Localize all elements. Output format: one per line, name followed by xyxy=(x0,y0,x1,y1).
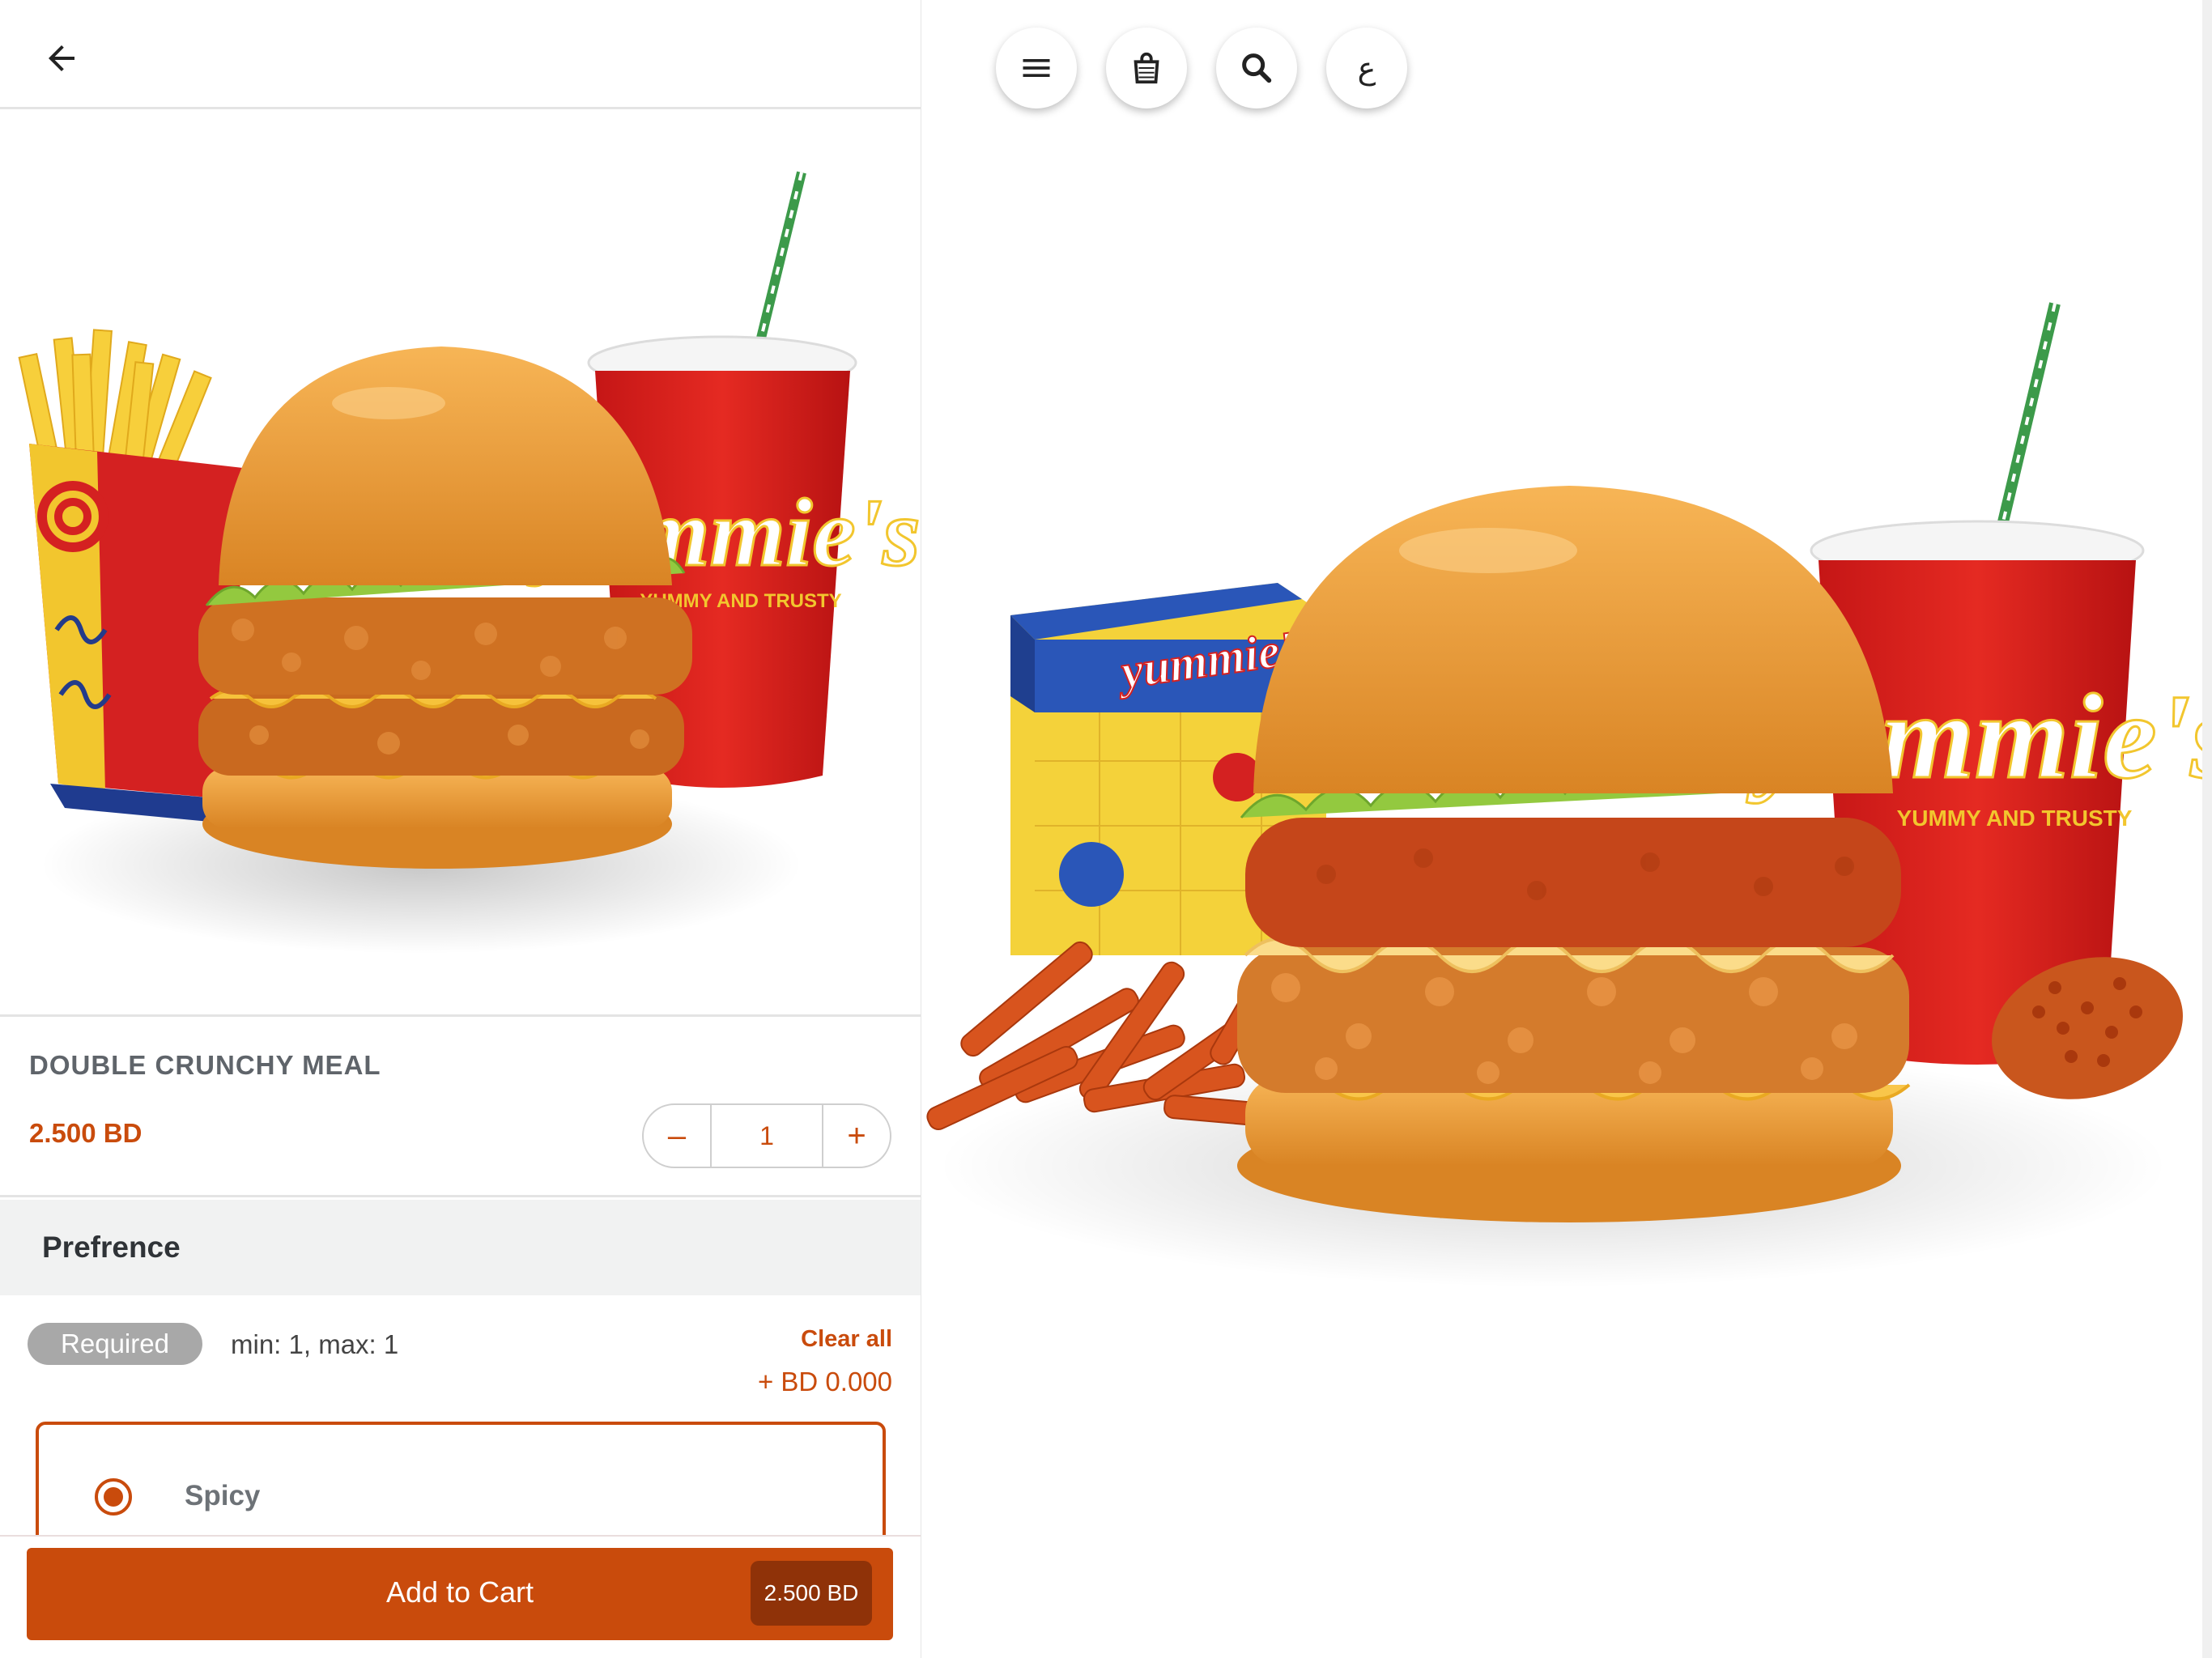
hero-panel: ع yummie's yummie's YUMMY AND TRUSTY xyxy=(921,0,2212,1658)
arrow-left-icon xyxy=(49,45,74,71)
quantity-value[interactable]: 1 xyxy=(710,1105,823,1167)
product-price: 2.500 BD xyxy=(29,1118,143,1148)
required-badge: Required xyxy=(28,1323,202,1365)
decrease-quantity-button[interactable]: – xyxy=(644,1105,710,1167)
cart-button[interactable] xyxy=(1106,28,1187,108)
preference-title: Prefrence xyxy=(42,1231,181,1264)
product-name: DOUBLE CRUNCHY MEAL xyxy=(29,1050,381,1080)
increase-quantity-button[interactable]: + xyxy=(823,1105,890,1167)
option-extra-price: + BD 0.000 xyxy=(757,1367,892,1397)
shopping-bag-icon xyxy=(1134,52,1159,84)
hamburger-menu-icon xyxy=(1023,59,1050,77)
cart-total-badge: 2.500 BD xyxy=(751,1561,872,1626)
burger-large xyxy=(1237,486,1911,1222)
option-label: Spicy xyxy=(185,1480,261,1511)
option-radio-selected[interactable] xyxy=(95,1478,132,1516)
scrollbar-track[interactable] xyxy=(2202,0,2212,1658)
burger xyxy=(198,346,692,869)
selection-limits: min: 1, max: 1 xyxy=(231,1329,399,1359)
menu-button[interactable] xyxy=(996,28,1077,108)
language-label: ع xyxy=(1357,51,1376,86)
cup-tagline-large: YUMMY AND TRUSTY xyxy=(1897,806,2133,831)
search-button[interactable] xyxy=(1216,28,1297,108)
language-toggle-button[interactable]: ع xyxy=(1326,28,1407,108)
product-image: yummie's YUMMY AND TRUSTY xyxy=(0,112,921,1017)
radio-dot xyxy=(104,1487,123,1507)
preference-header: Prefrence xyxy=(0,1200,921,1295)
preference-meta: Required min: 1, max: 1 Clear all + BD 0… xyxy=(0,1295,921,1417)
floating-toolbar: ع xyxy=(996,28,1407,108)
product-info: DOUBLE CRUNCHY MEAL 2.500 BD – 1 + xyxy=(0,1019,921,1197)
cart-bar: Add to Cart 2.500 BD xyxy=(0,1535,921,1658)
hero-image: yummie's yummie's YUMMY AND TRUSTY xyxy=(921,259,2212,1352)
top-bar xyxy=(0,0,921,109)
add-to-cart-button[interactable]: Add to Cart 2.500 BD xyxy=(27,1548,893,1640)
quantity-stepper: – 1 + xyxy=(642,1103,891,1168)
search-icon xyxy=(1242,53,1272,83)
product-detail-panel: yummie's YUMMY AND TRUSTY DOUBLE CRUNCHY… xyxy=(0,0,921,1658)
back-button[interactable] xyxy=(32,29,91,87)
clear-all-button[interactable]: Clear all xyxy=(801,1326,892,1353)
